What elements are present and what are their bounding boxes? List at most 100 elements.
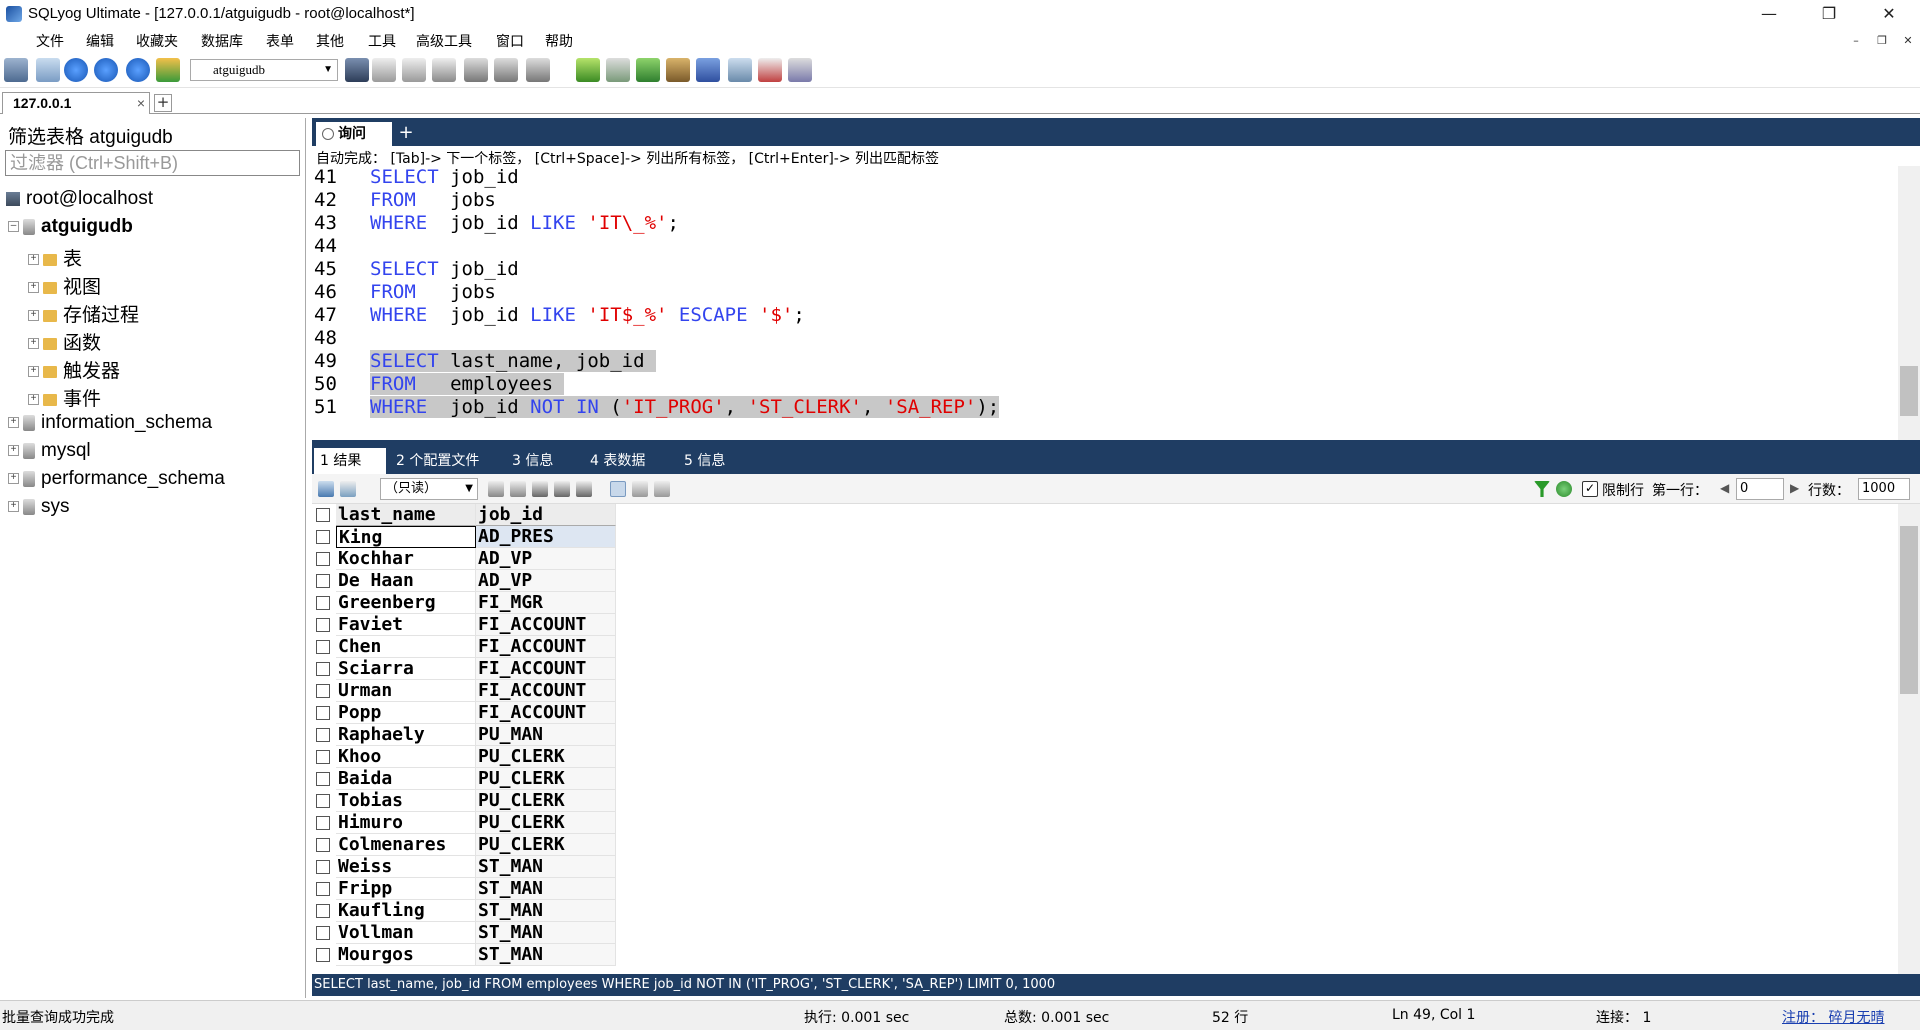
notifications-icon[interactable] xyxy=(728,58,752,82)
import-icon[interactable] xyxy=(432,58,456,82)
limit-checkbox[interactable]: ✓ xyxy=(1582,481,1598,497)
tab-table-data[interactable]: 4 表数据 xyxy=(584,448,674,474)
cell-job-id[interactable]: ST_MAN xyxy=(476,900,616,922)
table-row[interactable]: Fripp ST_MAN xyxy=(312,878,618,900)
schema-sync-icon[interactable] xyxy=(606,58,630,82)
mdi-restore-button[interactable]: ❐ xyxy=(1870,31,1894,51)
table-row[interactable]: Khoo PU_CLERK xyxy=(312,746,618,768)
tree-folder-events[interactable]: + 事件 xyxy=(28,384,101,411)
copy-icon[interactable] xyxy=(340,481,356,497)
editor-scrollbar[interactable] xyxy=(1898,166,1920,440)
first-row-input[interactable]: 0 xyxy=(1736,478,1784,500)
menu-window[interactable]: 窗口 xyxy=(488,31,532,51)
cell-job-id[interactable]: FI_MGR xyxy=(476,592,616,614)
result-grid[interactable]: last_name job_id King AD_PRES Kochhar AD_VP De… xyxy=(312,504,1898,974)
cell-last-name[interactable]: King xyxy=(336,526,476,548)
row-checkbox[interactable] xyxy=(316,552,330,566)
cell-last-name[interactable]: Raphaely xyxy=(336,724,476,746)
row-checkbox[interactable] xyxy=(316,618,330,632)
row-checkbox[interactable] xyxy=(316,508,330,522)
row-checkbox[interactable] xyxy=(316,838,330,852)
row-checkbox[interactable] xyxy=(316,530,330,544)
cell-job-id[interactable]: PU_MAN xyxy=(476,724,616,746)
table-row[interactable]: Mourgos ST_MAN xyxy=(312,944,618,966)
close-icon[interactable]: × xyxy=(137,93,145,113)
grid-view-icon[interactable] xyxy=(494,58,518,82)
cell-job-id[interactable]: ST_MAN xyxy=(476,944,616,966)
save-icon[interactable] xyxy=(532,481,548,497)
delete-icon[interactable] xyxy=(554,481,570,497)
cell-last-name[interactable]: Fripp xyxy=(336,878,476,900)
query-tab[interactable]: 询问 xyxy=(316,122,392,146)
form-view-icon[interactable] xyxy=(526,58,550,82)
next-page-icon[interactable]: ▶ xyxy=(1790,481,1799,495)
schema-designer-icon[interactable] xyxy=(788,58,812,82)
collapse-icon[interactable]: – xyxy=(8,221,19,233)
cell-last-name[interactable]: Vollman xyxy=(336,922,476,944)
cell-last-name[interactable]: Chen xyxy=(336,636,476,658)
row-checkbox[interactable] xyxy=(316,926,330,940)
cell-last-name[interactable]: Baida xyxy=(336,768,476,790)
cell-job-id[interactable]: FI_ACCOUNT xyxy=(476,658,616,680)
table-row[interactable]: Greenberg FI_MGR xyxy=(312,592,618,614)
tree-db-mysql[interactable]: + mysql xyxy=(8,440,91,462)
reset-filter-icon[interactable] xyxy=(1556,481,1572,497)
cell-job-id[interactable]: FI_ACCOUNT xyxy=(476,614,616,636)
cell-last-name[interactable]: Colmenares xyxy=(336,834,476,856)
tree-db-atguigudb[interactable]: – atguigudb xyxy=(8,216,133,238)
tree-root[interactable]: root@localhost xyxy=(6,188,153,210)
scrollbar-thumb[interactable] xyxy=(1900,366,1918,416)
cell-job-id[interactable]: ST_MAN xyxy=(476,922,616,944)
grid-mode-icon[interactable] xyxy=(610,481,626,497)
new-connection-icon[interactable] xyxy=(4,58,28,82)
expand-icon[interactable]: + xyxy=(28,338,39,350)
cell-last-name[interactable]: Mourgos xyxy=(336,944,476,966)
menu-database[interactable]: 数据库 xyxy=(193,31,251,51)
menu-advanced-tools[interactable]: 高级工具 xyxy=(408,31,480,51)
query-builder-icon[interactable] xyxy=(758,58,782,82)
expand-icon[interactable]: + xyxy=(28,310,39,322)
text-mode-icon[interactable] xyxy=(654,481,670,497)
maximize-button[interactable]: ❐ xyxy=(1800,0,1858,28)
filter-icon[interactable] xyxy=(1534,481,1550,497)
grid-scrollbar[interactable] xyxy=(1898,504,1920,974)
tree-folder-triggers[interactable]: + 触发器 xyxy=(28,356,120,383)
expand-icon[interactable]: + xyxy=(28,254,39,266)
data-compare-icon[interactable] xyxy=(636,58,660,82)
close-button[interactable]: ✕ xyxy=(1860,0,1918,28)
expand-icon[interactable]: + xyxy=(8,445,19,457)
readonly-select[interactable]: （只读） ▼ xyxy=(380,478,478,500)
connection-manager-icon[interactable] xyxy=(36,58,60,82)
tab-info[interactable]: 3 信息 xyxy=(506,448,578,474)
restore-icon[interactable] xyxy=(402,58,426,82)
table-row[interactable]: Raphaely PU_MAN xyxy=(312,724,618,746)
tree-folder-tables[interactable]: + 表 xyxy=(28,244,82,271)
schema-icon[interactable] xyxy=(156,58,180,82)
expand-icon[interactable]: + xyxy=(28,394,39,406)
menu-table[interactable]: 表单 xyxy=(258,31,302,51)
tab-profile[interactable]: 2 个配置文件 xyxy=(390,448,502,474)
database-selector[interactable]: atguigudb ▼ xyxy=(190,59,338,81)
sql-editor[interactable]: 41 SELECT job_id 42 FROM jobs 43 WHERE job_id… xyxy=(312,166,1902,440)
refresh-result-icon[interactable] xyxy=(576,481,592,497)
cell-job-id[interactable]: FI_ACCOUNT xyxy=(476,702,616,724)
tree-folder-procedures[interactable]: + 存储过程 xyxy=(28,300,139,327)
cell-job-id[interactable]: ST_MAN xyxy=(476,856,616,878)
add-query-tab-button[interactable]: + xyxy=(396,124,416,144)
cell-last-name[interactable]: Himuro xyxy=(336,812,476,834)
menu-favorites[interactable]: 收藏夹 xyxy=(128,31,186,51)
duplicate-row-icon[interactable] xyxy=(510,481,526,497)
cell-job-id[interactable]: AD_VP xyxy=(476,570,616,592)
cell-last-name[interactable]: last_name xyxy=(336,504,476,526)
cell-last-name[interactable]: Urman xyxy=(336,680,476,702)
cell-job-id[interactable]: PU_CLERK xyxy=(476,746,616,768)
tree-db-performance-schema[interactable]: + performance_schema xyxy=(8,468,225,490)
table-row[interactable]: Sciarra FI_ACCOUNT xyxy=(312,658,618,680)
cell-last-name[interactable]: Khoo xyxy=(336,746,476,768)
cell-job-id[interactable]: job_id xyxy=(476,504,616,526)
minimize-button[interactable]: — xyxy=(1740,0,1798,28)
form-mode-icon[interactable] xyxy=(632,481,648,497)
table-row[interactable]: Kochhar AD_VP xyxy=(312,548,618,570)
row-checkbox[interactable] xyxy=(316,574,330,588)
row-checkbox[interactable] xyxy=(316,904,330,918)
